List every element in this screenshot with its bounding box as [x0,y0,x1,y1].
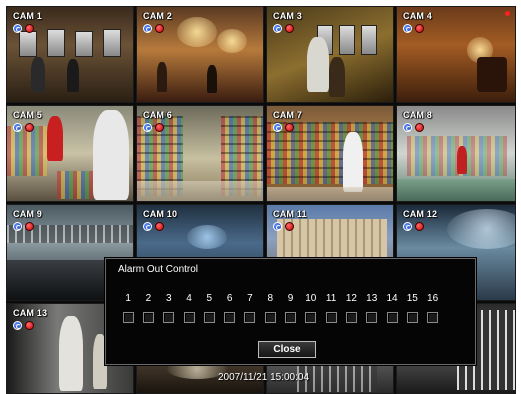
alarm-status-icon [415,123,424,132]
alarm-status-icon [155,222,164,231]
alarm-out-checkbox-row [118,312,462,323]
channel-number: 2 [145,293,152,304]
alarm-out-checkbox-14[interactable] [386,312,398,323]
alarm-status-icon [25,222,34,231]
camera-feed-4 [397,7,515,102]
alarm-indicator-icon [505,11,510,16]
alarm-out-checkbox-9[interactable] [285,312,297,323]
camera-tile-2[interactable]: CAM 2 [136,6,264,103]
camera-label: CAM 5 [13,110,43,120]
alarm-status-icon [25,123,34,132]
camera-label: CAM 10 [143,209,178,219]
camera-label: CAM 1 [13,11,43,21]
camera-feed-3 [267,7,393,102]
alarm-status-icon [415,222,424,231]
camera-feed-5 [7,106,133,201]
alarm-out-checkbox-11[interactable] [325,312,337,323]
channel-number: 10 [305,293,317,304]
camera-feed-1 [7,7,133,102]
alarm-out-checkbox-15[interactable] [406,312,418,323]
record-status-icon [273,24,282,33]
camera-label: CAM 11 [273,209,307,219]
channel-number: 7 [247,293,253,304]
camera-label: CAM 3 [273,11,303,21]
channel-number: 11 [325,293,337,304]
alarm-out-checkbox-13[interactable] [366,312,378,323]
alarm-out-checkbox-1[interactable] [122,312,134,323]
channel-number: 8 [267,293,273,304]
record-status-icon [13,123,22,132]
record-status-icon [143,123,152,132]
alarm-status-icon [155,123,164,132]
alarm-out-checkbox-6[interactable] [224,312,236,323]
alarm-status-icon [415,24,424,33]
alarm-out-checkbox-7[interactable] [244,312,256,323]
camera-tile-4[interactable]: CAM 4 [396,6,516,103]
timestamp-overlay: 2007/11/21 15:00:04 [218,372,310,383]
alarm-status-icon [155,24,164,33]
alarm-status-icon [285,24,294,33]
alarm-out-checkbox-4[interactable] [183,312,195,323]
camera-label: CAM 9 [13,209,43,219]
camera-label: CAM 8 [403,110,433,120]
record-status-icon [143,222,152,231]
camera-feed-8 [397,106,515,201]
channel-number: 14 [386,293,398,304]
alarm-out-checkbox-12[interactable] [345,312,357,323]
channel-number: 4 [186,293,192,304]
camera-label: CAM 2 [143,11,173,21]
record-status-icon [143,24,152,33]
channel-number: 16 [427,293,439,304]
alarm-out-checkbox-3[interactable] [163,312,175,323]
camera-tile-1[interactable]: CAM 1 [6,6,134,103]
record-status-icon [273,222,282,231]
record-status-icon [273,123,282,132]
camera-tile-6[interactable]: CAM 6 [136,105,264,202]
alarm-out-checkbox-8[interactable] [264,312,276,323]
record-status-icon [403,123,412,132]
record-status-icon [13,222,22,231]
channel-number: 12 [345,293,357,304]
camera-label: CAM 7 [273,110,303,120]
channel-number: 9 [287,293,294,304]
alarm-status-icon [25,321,34,330]
close-button[interactable]: Close [258,341,316,358]
channel-number: 1 [125,293,131,304]
alarm-status-icon [285,222,294,231]
dialog-title: Alarm Out Control [118,264,199,275]
camera-label: CAM 13 [13,308,48,318]
camera-feed-7 [267,106,393,201]
alarm-out-checkbox-2[interactable] [142,312,154,323]
camera-tile-5[interactable]: CAM 5 [6,105,134,202]
record-status-icon [13,321,22,330]
record-status-icon [403,24,412,33]
alarm-status-icon [285,123,294,132]
alarm-out-checkbox-5[interactable] [203,312,215,323]
camera-feed-6 [137,106,263,201]
alarm-out-control-dialog: Alarm Out Control 1 2 3 4 5 6 7 8 9 10 1… [105,258,476,365]
channel-number: 15 [406,293,418,304]
alarm-status-icon [25,24,34,33]
camera-feed-2 [137,7,263,102]
camera-label: CAM 12 [403,209,438,219]
alarm-out-checkbox-10[interactable] [305,312,317,323]
record-status-icon [403,222,412,231]
camera-label: CAM 4 [403,11,433,21]
channel-number: 3 [165,293,172,304]
record-status-icon [13,24,22,33]
camera-tile-3[interactable]: CAM 3 [266,6,394,103]
alarm-out-checkbox-16[interactable] [427,312,439,323]
channel-number-row: 1 2 3 4 5 6 7 8 9 10 11 12 13 14 15 16 [118,293,462,305]
camera-label: CAM 6 [143,110,173,120]
channel-number: 13 [366,293,378,304]
dvr-monitor-screen: CAM 1 CAM 2 CAM 3 CAM 4 CAM 5 CAM 6 CAM … [6,6,516,394]
camera-tile-8[interactable]: CAM 8 [396,105,516,202]
channel-number: 6 [226,293,233,304]
camera-tile-7[interactable]: CAM 7 [266,105,394,202]
channel-number: 5 [206,293,213,304]
